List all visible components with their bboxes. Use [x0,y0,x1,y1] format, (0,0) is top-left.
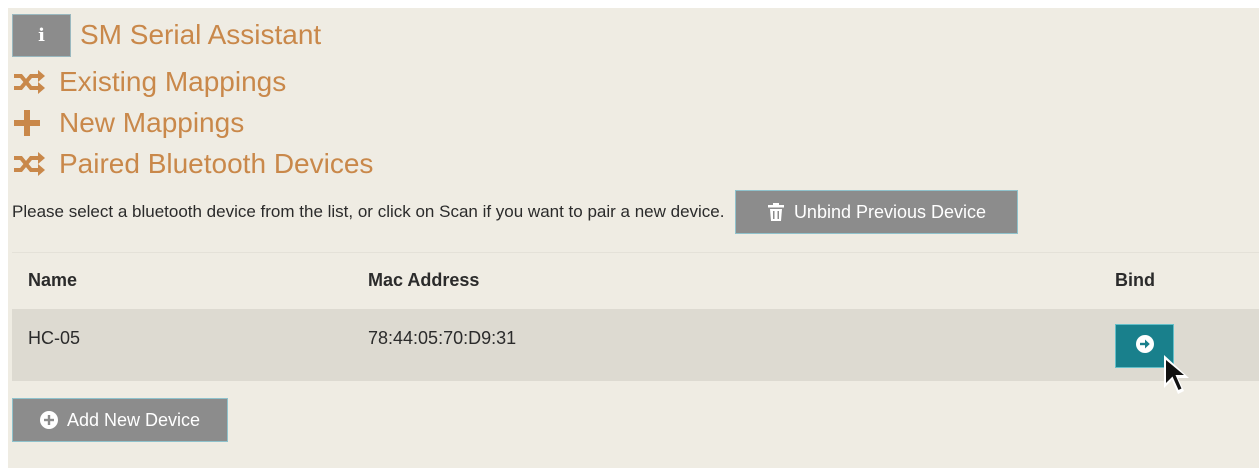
device-name: HC-05 [28,328,81,348]
instruction-row: Please select a bluetooth device from th… [12,190,1019,234]
device-mac-address: 78:44:05:70:D9:31 [368,328,517,348]
add-new-device-label: Add New Device [66,409,201,430]
column-header-bind: Bind [1115,270,1155,290]
nav-existing-mappings-label: Existing Mappings [59,66,287,97]
arrow-circle-right-icon [1135,334,1154,358]
app-header: i SM Serial Assistant [12,13,321,57]
devices-table-header: Name Mac Address Bind [12,252,1259,308]
nav-paired-devices-label: Paired Bluetooth Devices [59,148,374,179]
instruction-text: Please select a bluetooth device from th… [12,202,725,221]
nav-paired-devices[interactable]: Paired Bluetooth Devices [13,150,373,178]
column-header-name: Name [28,270,78,290]
unbind-previous-device-button[interactable]: Unbind Previous Device [735,190,1019,234]
plus-circle-icon [39,411,58,429]
app-title[interactable]: SM Serial Assistant [80,21,321,49]
plus-icon [13,109,47,137]
trash-icon [767,203,784,221]
shuffle-icon [13,68,47,96]
info-icon: i [38,24,45,46]
column-header-mac: Mac Address [368,270,480,290]
mouse-pointer-icon [1157,352,1197,400]
info-button[interactable]: i [12,13,71,57]
shuffle-icon [13,150,47,178]
unbind-previous-device-label: Unbind Previous Device [793,201,987,222]
nav-new-mappings[interactable]: New Mappings [13,109,244,137]
nav-new-mappings-label: New Mappings [59,107,245,138]
add-new-device-button[interactable]: Add New Device [12,398,228,442]
nav-existing-mappings[interactable]: Existing Mappings [13,68,286,96]
table-row[interactable]: HC-05 78:44:05:70:D9:31 [12,309,1259,381]
